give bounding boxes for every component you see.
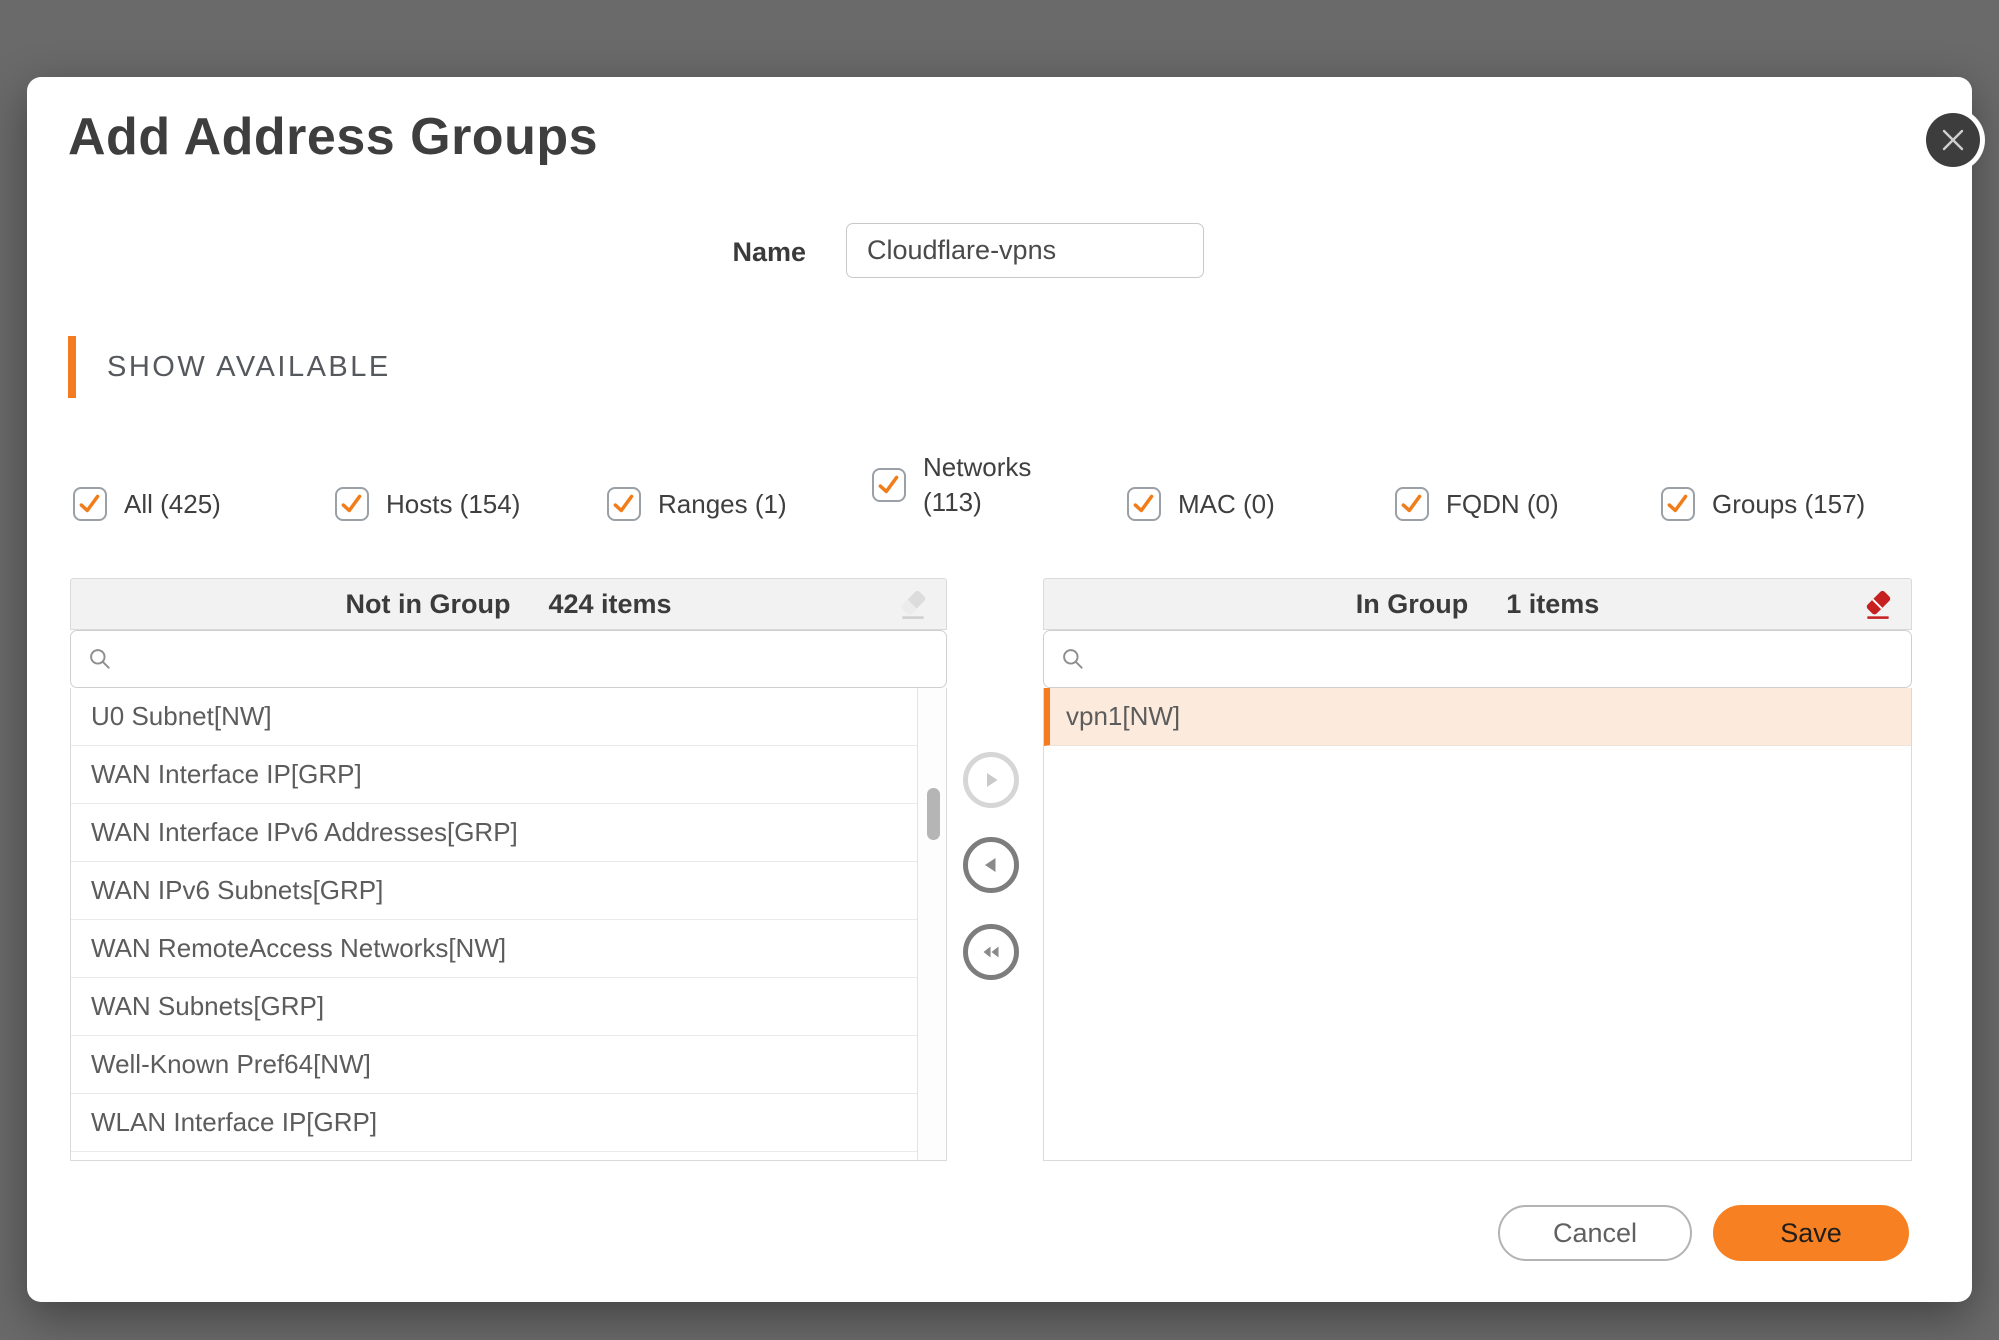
arrow-left-icon — [978, 852, 1004, 878]
filter-label: FQDN (0) — [1446, 488, 1559, 519]
filter-label: Hosts (154) — [386, 488, 521, 519]
checkbox-checked-icon — [1395, 487, 1429, 521]
list-item[interactable]: WAN IPv6 Subnets[GRP] — [71, 862, 918, 920]
checkbox-checked-icon — [335, 487, 369, 521]
move-right-button[interactable] — [963, 752, 1019, 808]
list-item-label: WAN Interface IP[GRP] — [91, 759, 362, 789]
page-title: Add Address Groups — [68, 108, 599, 166]
panel-title: In Group — [1355, 588, 1469, 619]
filter-mac[interactable]: MAC (0) — [1127, 487, 1275, 521]
scrollbar-thumb[interactable] — [927, 788, 940, 840]
eraser-icon — [896, 588, 930, 622]
list-item-label: U0 Subnet[NW] — [91, 701, 272, 731]
move-all-left-button[interactable] — [963, 924, 1019, 980]
clear-selection-button[interactable] — [1859, 586, 1897, 624]
filter-label: Groups (157) — [1712, 488, 1866, 519]
not-in-group-list: U0 Subnet[NW] WAN Interface IP[GRP] WAN … — [70, 688, 947, 1161]
list-item[interactable]: WAN RemoteAccess Networks[NW] — [71, 920, 918, 978]
eraser-icon-red — [1861, 588, 1895, 622]
list-item[interactable]: WAN Subnets[GRP] — [71, 978, 918, 1036]
filter-ranges[interactable]: Ranges (1) — [607, 487, 787, 521]
checkbox-checked-icon — [73, 487, 107, 521]
search-input[interactable] — [113, 631, 946, 687]
list-item-label: Well-Known Pref64[NW] — [91, 1049, 371, 1079]
in-group-header: In Group 1 items — [1043, 578, 1912, 630]
list-item[interactable]: Well-Known Pref64[NW] — [71, 1036, 918, 1094]
list-item-label: WLAN Interface IP[GRP] — [91, 1107, 378, 1137]
filter-label: MAC (0) — [1178, 488, 1275, 519]
name-field-label: Name — [732, 237, 806, 267]
panel-count: 1 items — [1506, 588, 1600, 619]
arrow-right-icon — [978, 767, 1004, 793]
search-icon — [1063, 649, 1083, 669]
filter-label: Ranges (1) — [658, 488, 787, 519]
close-icon — [1940, 127, 1966, 153]
filter-networks[interactable]: Networks (113) — [872, 450, 1058, 520]
list-item-selected[interactable]: vpn1[NW] — [1044, 688, 1911, 746]
checkbox-checked-icon — [607, 487, 641, 521]
filter-label: Networks (113) — [923, 452, 1032, 518]
list-item-label: WAN Subnets[GRP] — [91, 991, 325, 1021]
filter-label: All (425) — [124, 488, 221, 519]
list-item[interactable]: WAN Interface IPv6 Addresses[GRP] — [71, 804, 918, 862]
in-group-list: vpn1[NW] — [1043, 688, 1912, 1161]
not-in-group-header: Not in Group 424 items — [70, 578, 947, 630]
not-in-group-panel: Not in Group 424 items U0 Subnet[NW] WAN… — [70, 578, 947, 1162]
list-item[interactable]: WLAN Interface IP[GRP] — [71, 1094, 918, 1152]
double-arrow-left-icon — [978, 939, 1004, 965]
checkbox-checked-icon — [872, 468, 906, 503]
panel-title: Not in Group — [345, 588, 511, 619]
list-item[interactable]: U0 Subnet[NW] — [71, 688, 918, 746]
in-group-search — [1043, 630, 1912, 688]
close-button[interactable] — [1926, 113, 1980, 167]
search-icon — [90, 649, 110, 669]
section-accent-bar — [68, 336, 76, 398]
list-item-label: vpn1[NW] — [1066, 701, 1181, 731]
scrollbar-track[interactable] — [917, 688, 946, 1160]
checkbox-checked-icon — [1127, 487, 1161, 521]
move-left-button[interactable] — [963, 837, 1019, 893]
list-item-label: WAN IPv6 Subnets[GRP] — [91, 875, 384, 905]
save-button[interactable]: Save — [1713, 1205, 1909, 1261]
filter-groups[interactable]: Groups (157) — [1661, 487, 1865, 521]
not-in-group-search — [70, 630, 947, 688]
add-address-groups-dialog: Add Address Groups Name SHOW AVAILABLE A… — [27, 77, 1980, 1302]
search-input[interactable] — [1086, 631, 1911, 687]
cancel-button[interactable]: Cancel — [1498, 1205, 1692, 1261]
list-item-label: WAN Interface IPv6 Addresses[GRP] — [91, 817, 518, 847]
section-title: SHOW AVAILABLE — [107, 351, 391, 383]
panel-count: 424 items — [548, 588, 672, 619]
clear-selection-button[interactable] — [894, 586, 932, 624]
filter-fqdn[interactable]: FQDN (0) — [1395, 487, 1559, 521]
checkbox-checked-icon — [1661, 487, 1695, 521]
list-item[interactable]: WAN Interface IP[GRP] — [71, 746, 918, 804]
list-item-label: WAN RemoteAccess Networks[NW] — [91, 933, 507, 963]
filter-all[interactable]: All (425) — [73, 487, 221, 521]
in-group-panel: In Group 1 items vpn1[NW] — [1043, 578, 1912, 1162]
name-input[interactable] — [846, 223, 1204, 278]
filter-hosts[interactable]: Hosts (154) — [335, 487, 520, 521]
